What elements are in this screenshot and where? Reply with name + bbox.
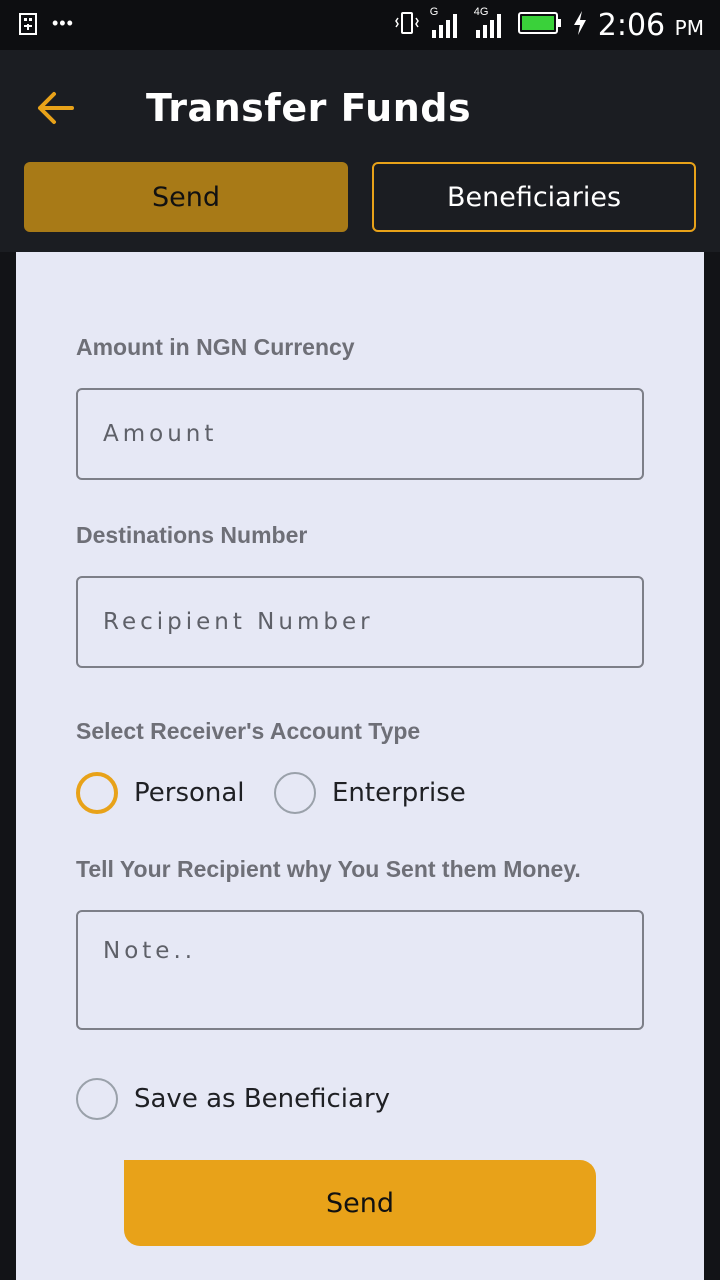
signal-icon: G (430, 6, 464, 40)
radio-enterprise-label: Enterprise (332, 778, 466, 808)
recipient-number-input[interactable] (76, 576, 644, 668)
signal-icon: 4G (474, 6, 508, 40)
back-button[interactable] (34, 86, 78, 130)
tab-send[interactable]: Send (24, 162, 348, 232)
account-type-personal[interactable]: Personal (76, 772, 245, 814)
radio-personal[interactable] (76, 772, 118, 814)
amount-label: Amount in NGN Currency (76, 334, 355, 360)
battery-icon (517, 11, 562, 39)
save-beneficiary-label: Save as Beneficiary (134, 1084, 391, 1114)
radio-enterprise[interactable] (274, 772, 316, 814)
note-textarea[interactable] (76, 910, 644, 1030)
amount-input[interactable] (76, 388, 644, 480)
tab-beneficiaries[interactable]: Beneficiaries (372, 162, 696, 232)
status-bar: ••• G 4G 2:06 PM (0, 0, 720, 50)
note-label: Tell Your Recipient why You Sent them Mo… (76, 856, 581, 882)
destination-label: Destinations Number (76, 522, 308, 548)
clock-time: 2:06 (597, 7, 666, 43)
save-beneficiary-option[interactable]: Save as Beneficiary (76, 1078, 390, 1120)
account-type-label: Select Receiver's Account Type (76, 718, 421, 744)
clock: 2:06 PM (598, 8, 704, 43)
arrow-left-icon (38, 92, 74, 124)
transfer-form: Amount in NGN Currency Destinations Numb… (16, 252, 704, 1280)
radio-personal-label: Personal (134, 778, 245, 808)
app-header: Transfer Funds Send Beneficiaries (0, 50, 720, 252)
send-button[interactable]: Send (124, 1160, 596, 1246)
account-type-enterprise[interactable]: Enterprise (274, 772, 466, 814)
usb-icon (18, 12, 38, 41)
more-dots-icon: ••• (52, 13, 74, 33)
clock-ampm: PM (674, 15, 704, 40)
save-beneficiary-radio[interactable] (76, 1078, 118, 1120)
charging-icon (572, 10, 588, 41)
vibrate-icon (394, 10, 420, 41)
page-title: Transfer Funds (146, 86, 472, 130)
